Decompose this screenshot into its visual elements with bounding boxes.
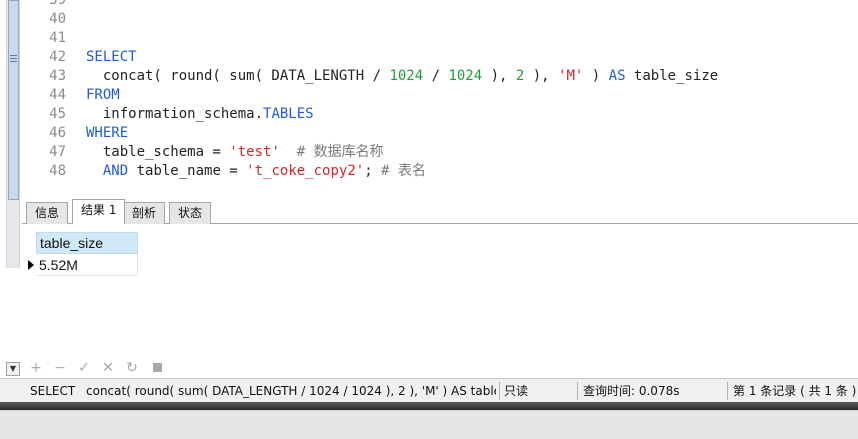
grid-toolbar: + − ✓ ✕ ↻ <box>22 358 858 378</box>
code-token: SELECT <box>86 49 137 65</box>
status-readonly: 只读 <box>504 384 529 398</box>
code-token: 't_coke_copy2' <box>246 163 365 179</box>
code-token: FROM <box>86 87 120 103</box>
code-line[interactable]: 40 <box>22 10 86 29</box>
line-number: 44 <box>49 87 66 103</box>
code-token: ; <box>364 163 382 179</box>
code-line[interactable]: 42 SELECT <box>22 48 137 67</box>
delete-record-icon[interactable]: − <box>51 359 69 377</box>
line-number: 43 <box>49 68 66 84</box>
add-record-icon[interactable]: + <box>27 359 45 377</box>
code-line[interactable]: 44 FROM <box>22 86 120 105</box>
stop-icon[interactable] <box>153 363 162 372</box>
code-line[interactable]: 41 <box>22 29 86 48</box>
code-token: 1024 <box>389 68 424 84</box>
scroll-down-arrow-icon[interactable]: ▼ <box>6 362 20 376</box>
status-divider <box>499 382 500 400</box>
code-token: ), <box>524 68 559 84</box>
code-line[interactable]: 39 <box>22 0 86 10</box>
status-query-time: 查询时间: 0.078s <box>583 384 680 398</box>
code-token: # 数据库名称 <box>279 144 384 160</box>
grip-line-icon <box>10 61 17 62</box>
code-line[interactable]: 43 concat( round( sum( DATA_LENGTH / 102… <box>22 67 718 86</box>
tab-result-1[interactable]: 结果 1 <box>72 199 126 224</box>
line-number: 48 <box>49 163 66 179</box>
status-query-text: concat( round( sum( DATA_LENGTH / 1024 /… <box>86 384 496 398</box>
sql-editor[interactable]: 39 40 41 42 SELECT 43 concat( round( sum( DAT… <box>22 0 858 198</box>
discard-changes-icon[interactable]: ✕ <box>99 359 117 377</box>
code-token: information_schema. <box>86 106 264 122</box>
window-frame-bottom <box>0 402 858 410</box>
scrollbar-thumb[interactable] <box>8 0 19 200</box>
code-token: table_schema = <box>86 144 230 160</box>
editor-left-scrollbar[interactable]: ▼ <box>0 0 22 380</box>
code-token: concat( round( sum( DATA_LENGTH / <box>86 68 390 84</box>
line-number: 45 <box>49 106 66 122</box>
result-grid: table_size 5.52M <box>22 224 858 358</box>
code-token: ), <box>482 68 516 84</box>
code-token: # 表名 <box>381 163 426 179</box>
result-cell-table-size[interactable]: 5.52M <box>36 254 138 276</box>
code-line[interactable]: 47 table_schema = 'test' # 数据库名称 <box>22 143 384 162</box>
status-divider <box>727 382 728 400</box>
apply-changes-icon[interactable]: ✓ <box>75 359 93 377</box>
code-token: / <box>423 68 449 84</box>
status-record-info: 第 1 条记录 ( 共 1 条 ) <box>733 384 857 398</box>
refresh-icon[interactable]: ↻ <box>123 359 141 377</box>
line-number: 40 <box>49 11 66 27</box>
code-token: 'test' <box>229 144 280 160</box>
code-token: WHERE <box>86 125 129 141</box>
status-bar: SELECT concat( round( sum( DATA_LENGTH /… <box>0 378 858 402</box>
line-number: 41 <box>49 30 66 46</box>
status-divider <box>577 382 578 400</box>
code-token: table_size <box>625 68 719 84</box>
grip-line-icon <box>10 58 17 59</box>
code-line[interactable]: 46 WHERE <box>22 124 128 143</box>
result-tabs: 信息 结果 1 剖析 状态 <box>22 198 858 224</box>
code-token: table_name = <box>128 163 247 179</box>
code-token: 'M' <box>558 68 584 84</box>
code-line[interactable]: 45 information_schema.TABLES <box>22 105 314 124</box>
line-number: 47 <box>49 144 66 160</box>
line-number: 46 <box>49 125 66 141</box>
line-number: 39 <box>49 0 66 8</box>
status-query-label: SELECT <box>30 384 76 398</box>
code-token: AND <box>102 163 129 179</box>
code-token: AS <box>608 68 626 84</box>
line-number: 42 <box>49 49 66 65</box>
code-line[interactable]: 48 AND table_name = 't_coke_copy2'; # 表名 <box>22 162 426 181</box>
tab-profile[interactable]: 剖析 <box>123 202 166 224</box>
column-header-table-size[interactable]: table_size <box>36 232 138 254</box>
code-token: TABLES <box>263 106 314 122</box>
current-row-arrow-icon <box>28 260 34 270</box>
code-token: 1024 <box>448 68 483 84</box>
grip-line-icon <box>10 55 17 56</box>
window-background <box>0 410 858 439</box>
code-token: ) <box>583 68 609 84</box>
tab-status[interactable]: 状态 <box>169 202 212 224</box>
tab-info[interactable]: 信息 <box>26 202 69 224</box>
